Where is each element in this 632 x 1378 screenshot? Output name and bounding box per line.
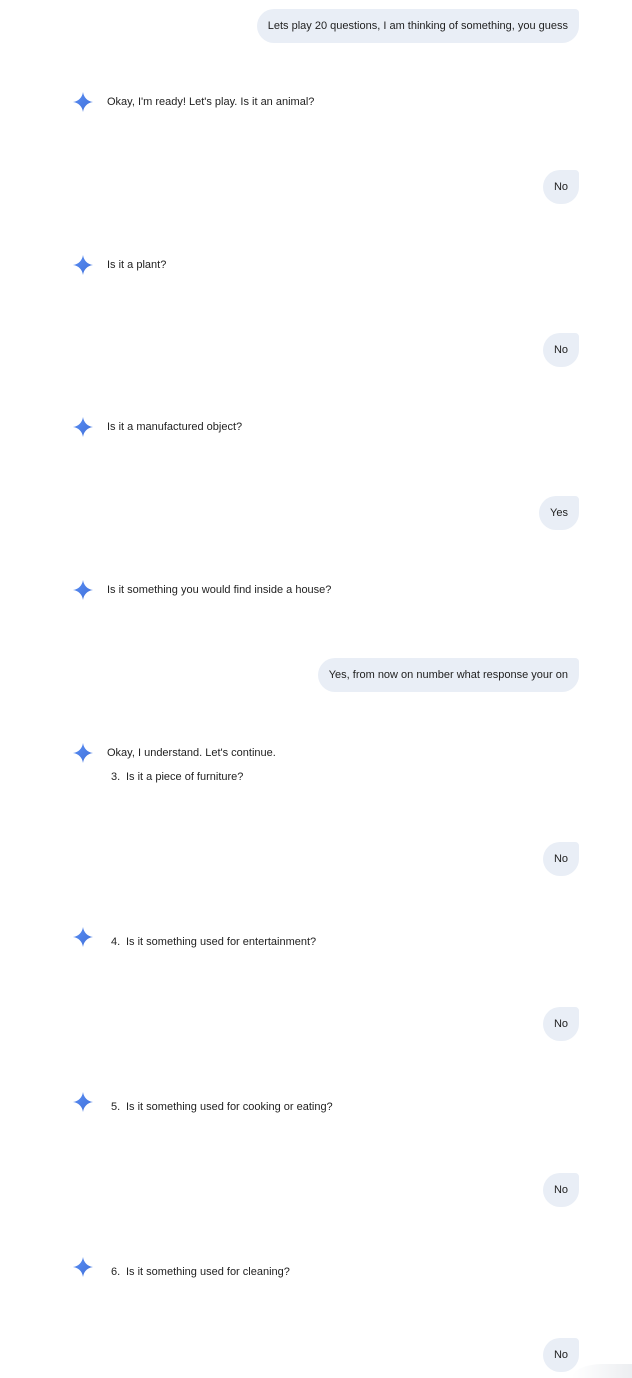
question-text: Is it something used for cooking or eati… (126, 1101, 333, 1113)
user-message: No (542, 333, 579, 367)
question-text: Is it a piece of furniture? (126, 771, 244, 783)
user-message: Yes, from now on number what response yo… (317, 658, 579, 692)
question-number: 4. (111, 936, 121, 948)
user-message: No (542, 1007, 579, 1041)
user-message: No (542, 1338, 579, 1372)
model-message-text: Is it a plant? (107, 259, 167, 271)
model-message-text: Is it something you would find inside a … (107, 584, 332, 596)
numbered-question: 5. Is it something used for cooking or ea… (111, 1100, 333, 1114)
numbered-question: 4. Is it something used for entertainment… (111, 935, 316, 949)
model-message-text: Is it a manufactured object? (107, 421, 243, 433)
gemini-sparkle-icon (73, 417, 93, 437)
question-number: 3. (111, 771, 121, 783)
user-message: No (542, 1173, 579, 1207)
gemini-sparkle-icon (73, 255, 93, 275)
gemini-sparkle-icon (73, 743, 93, 763)
chat-conversation: Lets play 20 questions, I am thinking of… (0, 0, 632, 1378)
model-message-text: Okay, I'm ready! Let's play. Is it an an… (107, 96, 315, 108)
question-text: Is it something used for cleaning? (126, 1266, 290, 1278)
numbered-question: 3. Is it a piece of furniture? (111, 770, 243, 784)
model-message-text: Okay, I understand. Let's continue. (107, 747, 276, 759)
user-message: Yes (539, 496, 579, 530)
user-message: No (542, 170, 579, 204)
user-message: Lets play 20 questions, I am thinking of… (256, 9, 579, 43)
gemini-sparkle-icon (73, 1092, 93, 1112)
gemini-sparkle-icon (73, 92, 93, 112)
question-text: Is it something used for entertainment? (126, 936, 317, 948)
gemini-sparkle-icon (73, 927, 93, 947)
question-number: 6. (111, 1266, 121, 1278)
gemini-sparkle-icon (73, 580, 93, 600)
gemini-sparkle-icon (73, 1257, 93, 1277)
user-message: No (542, 842, 579, 876)
question-number: 5. (111, 1101, 121, 1113)
scroll-edge-shadow (572, 1364, 632, 1378)
numbered-question: 6. Is it something used for cleaning? (111, 1265, 290, 1279)
